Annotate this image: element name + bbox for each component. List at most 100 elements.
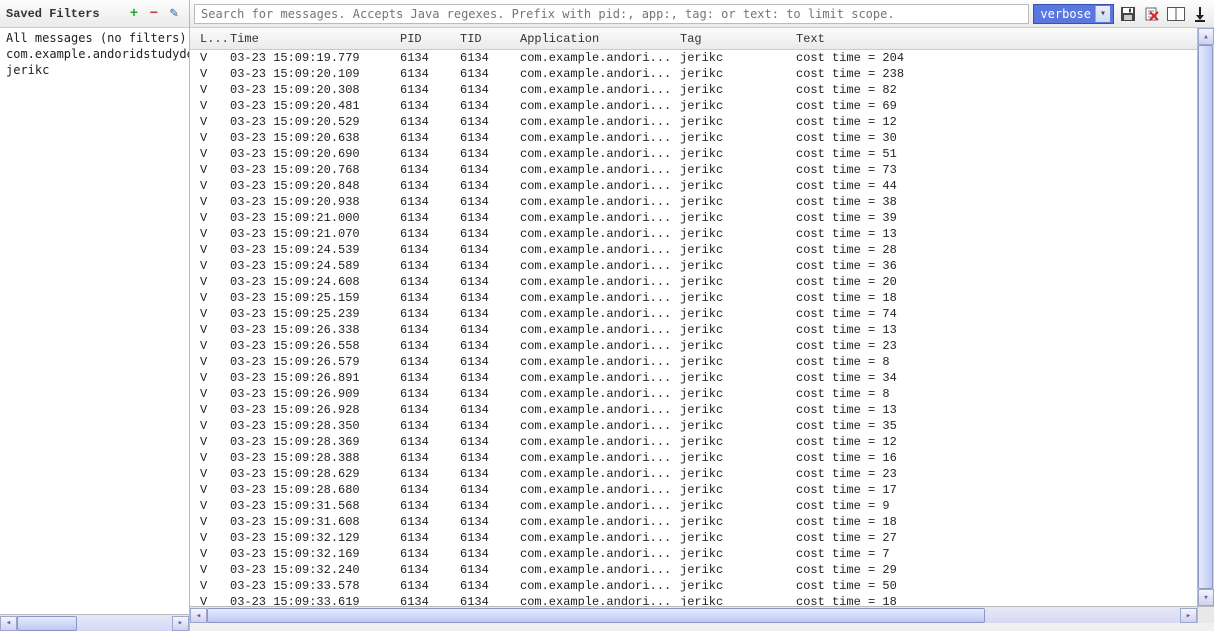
log-row[interactable]: V03-23 15:09:28.62961346134com.example.a…: [190, 466, 1197, 482]
cell-app: com.example.andori...: [516, 51, 676, 65]
scroll-lock-icon[interactable]: [1190, 4, 1210, 24]
col-app[interactable]: Application: [516, 32, 676, 46]
log-row[interactable]: V03-23 15:09:26.90961346134com.example.a…: [190, 386, 1197, 402]
cell-text: cost time = 50: [792, 579, 1197, 593]
cell-level: V: [196, 563, 226, 577]
log-row[interactable]: V03-23 15:09:21.00061346134com.example.a…: [190, 210, 1197, 226]
edit-filter-icon[interactable]: ✎: [165, 5, 183, 23]
log-row[interactable]: V03-23 15:09:21.07061346134com.example.a…: [190, 226, 1197, 242]
log-row[interactable]: V03-23 15:09:19.77961346134com.example.a…: [190, 50, 1197, 66]
col-tag[interactable]: Tag: [676, 32, 792, 46]
cell-tag: jerikc: [676, 51, 792, 65]
scroll-right-icon[interactable]: ▸: [1180, 608, 1197, 623]
log-row[interactable]: V03-23 15:09:31.56861346134com.example.a…: [190, 498, 1197, 514]
cell-level: V: [196, 451, 226, 465]
cell-level: V: [196, 211, 226, 225]
log-row[interactable]: V03-23 15:09:33.57861346134com.example.a…: [190, 578, 1197, 594]
scroll-right-icon[interactable]: ▸: [172, 616, 189, 631]
cell-level: V: [196, 147, 226, 161]
cell-level: V: [196, 579, 226, 593]
log-vscrollbar[interactable]: ▴ ▾: [1197, 28, 1214, 606]
log-row[interactable]: V03-23 15:09:20.93861346134com.example.a…: [190, 194, 1197, 210]
log-row[interactable]: V03-23 15:09:28.36961346134com.example.a…: [190, 434, 1197, 450]
log-row[interactable]: V03-23 15:09:26.92861346134com.example.a…: [190, 402, 1197, 418]
log-row[interactable]: V03-23 15:09:28.38861346134com.example.a…: [190, 450, 1197, 466]
log-header-row: L... Time PID TID Application Tag Text: [190, 28, 1197, 50]
log-row[interactable]: V03-23 15:09:33.61961346134com.example.a…: [190, 594, 1197, 606]
col-text[interactable]: Text: [792, 32, 1197, 46]
filter-item[interactable]: com.example.andoridstudydem: [0, 46, 189, 62]
log-table: L... Time PID TID Application Tag Text V…: [190, 28, 1197, 606]
cell-time: 03-23 15:09:26.909: [226, 387, 396, 401]
cell-level: V: [196, 467, 226, 481]
search-input[interactable]: [194, 4, 1029, 24]
display-columns-icon[interactable]: [1166, 4, 1186, 24]
log-row[interactable]: V03-23 15:09:25.23961346134com.example.a…: [190, 306, 1197, 322]
log-row[interactable]: V03-23 15:09:20.69061346134com.example.a…: [190, 146, 1197, 162]
cell-level: V: [196, 547, 226, 561]
filter-item[interactable]: jerikc: [0, 62, 189, 78]
cell-time: 03-23 15:09:32.169: [226, 547, 396, 561]
log-row[interactable]: V03-23 15:09:24.58961346134com.example.a…: [190, 258, 1197, 274]
save-log-icon[interactable]: [1118, 4, 1138, 24]
cell-time: 03-23 15:09:20.848: [226, 179, 396, 193]
cell-text: cost time = 18: [792, 291, 1197, 305]
add-filter-icon[interactable]: +: [125, 5, 143, 23]
cell-pid: 6134: [396, 355, 456, 369]
sidebar-hscrollbar[interactable]: ◂ ▸: [0, 614, 189, 631]
cell-app: com.example.andori...: [516, 131, 676, 145]
log-row[interactable]: V03-23 15:09:32.16961346134com.example.a…: [190, 546, 1197, 562]
log-row[interactable]: V03-23 15:09:20.63861346134com.example.a…: [190, 130, 1197, 146]
col-pid[interactable]: PID: [396, 32, 456, 46]
log-row[interactable]: V03-23 15:09:20.84861346134com.example.a…: [190, 178, 1197, 194]
scroll-thumb[interactable]: [17, 616, 77, 631]
cell-pid: 6134: [396, 259, 456, 273]
cell-level: V: [196, 355, 226, 369]
cell-level: V: [196, 163, 226, 177]
scroll-left-icon[interactable]: ◂: [190, 608, 207, 623]
cell-level: V: [196, 531, 226, 545]
cell-pid: 6134: [396, 275, 456, 289]
cell-app: com.example.andori...: [516, 355, 676, 369]
log-row[interactable]: V03-23 15:09:20.76861346134com.example.a…: [190, 162, 1197, 178]
log-level-select[interactable]: verbose: [1033, 4, 1114, 24]
log-hscrollbar[interactable]: ◂ ▸: [190, 606, 1197, 623]
cell-time: 03-23 15:09:21.000: [226, 211, 396, 225]
log-row[interactable]: V03-23 15:09:25.15961346134com.example.a…: [190, 290, 1197, 306]
col-level[interactable]: L...: [196, 32, 226, 46]
log-row[interactable]: V03-23 15:09:32.12961346134com.example.a…: [190, 530, 1197, 546]
scroll-left-icon[interactable]: ◂: [0, 616, 17, 631]
log-row[interactable]: V03-23 15:09:20.48161346134com.example.a…: [190, 98, 1197, 114]
cell-tid: 6134: [456, 419, 516, 433]
log-row[interactable]: V03-23 15:09:26.33861346134com.example.a…: [190, 322, 1197, 338]
scroll-track[interactable]: [207, 607, 1180, 623]
log-row[interactable]: V03-23 15:09:24.53961346134com.example.a…: [190, 242, 1197, 258]
log-row[interactable]: V03-23 15:09:20.30861346134com.example.a…: [190, 82, 1197, 98]
scroll-track[interactable]: [1198, 45, 1214, 589]
cell-text: cost time = 73: [792, 163, 1197, 177]
cell-tid: 6134: [456, 435, 516, 449]
scroll-down-icon[interactable]: ▾: [1198, 589, 1214, 606]
scroll-thumb[interactable]: [207, 608, 985, 623]
clear-log-icon[interactable]: [1142, 4, 1162, 24]
col-time[interactable]: Time: [226, 32, 396, 46]
log-row[interactable]: V03-23 15:09:31.60861346134com.example.a…: [190, 514, 1197, 530]
log-row[interactable]: V03-23 15:09:28.68061346134com.example.a…: [190, 482, 1197, 498]
log-row[interactable]: V03-23 15:09:24.60861346134com.example.a…: [190, 274, 1197, 290]
cell-app: com.example.andori...: [516, 387, 676, 401]
log-row[interactable]: V03-23 15:09:26.57961346134com.example.a…: [190, 354, 1197, 370]
log-row[interactable]: V03-23 15:09:26.55861346134com.example.a…: [190, 338, 1197, 354]
filter-item[interactable]: All messages (no filters): [0, 30, 189, 46]
log-row[interactable]: V03-23 15:09:20.10961346134com.example.a…: [190, 66, 1197, 82]
remove-filter-icon[interactable]: −: [145, 5, 163, 23]
log-row[interactable]: V03-23 15:09:28.35061346134com.example.a…: [190, 418, 1197, 434]
log-row[interactable]: V03-23 15:09:32.24061346134com.example.a…: [190, 562, 1197, 578]
log-row[interactable]: V03-23 15:09:20.52961346134com.example.a…: [190, 114, 1197, 130]
cell-time: 03-23 15:09:25.159: [226, 291, 396, 305]
scroll-thumb[interactable]: [1198, 45, 1213, 589]
cell-tid: 6134: [456, 147, 516, 161]
scroll-up-icon[interactable]: ▴: [1198, 28, 1214, 45]
col-tid[interactable]: TID: [456, 32, 516, 46]
scroll-track[interactable]: [17, 616, 172, 631]
log-row[interactable]: V03-23 15:09:26.89161346134com.example.a…: [190, 370, 1197, 386]
